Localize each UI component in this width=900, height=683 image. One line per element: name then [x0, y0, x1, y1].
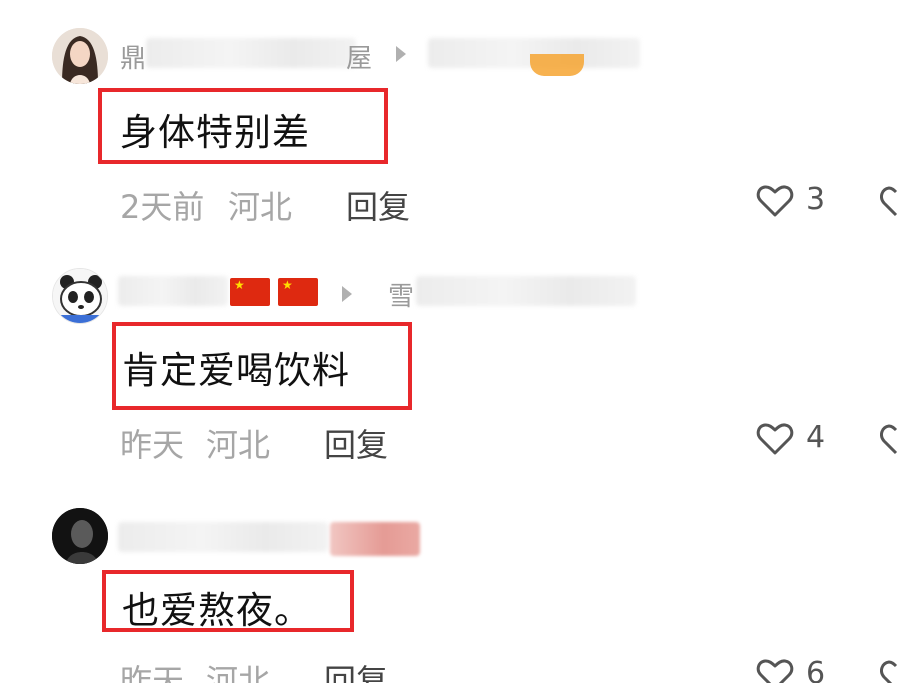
username-redacted [118, 522, 328, 552]
avatar-photo-icon [52, 508, 108, 564]
username-row[interactable]: 鼎 屋 [118, 32, 658, 76]
comment-item: 鼎 屋 身体特别差 2天前 河北 回复 3 [0, 0, 900, 240]
avatar[interactable] [52, 508, 108, 564]
comment-time: 昨天 [120, 426, 185, 464]
dislike-icon[interactable] [880, 422, 900, 456]
heart-outline-icon[interactable] [756, 658, 794, 683]
comment-location: 河北 [206, 662, 271, 683]
reply-button[interactable]: 回复 [324, 656, 388, 683]
avatar[interactable] [52, 268, 108, 324]
china-flag-icon: ★ [230, 278, 270, 306]
comment-time: 昨天 [120, 662, 185, 683]
comment-text: 身体特别差 [120, 111, 310, 154]
reply-arrow-icon [396, 46, 406, 62]
comment-text: 也爱熬夜。 [122, 589, 312, 632]
badge-redacted [330, 522, 420, 556]
like-count: 3 [806, 182, 826, 217]
dislike-icon[interactable] [880, 184, 900, 218]
heart-outline-icon[interactable] [756, 422, 794, 456]
username-redacted [118, 276, 228, 306]
avatar-photo-icon [52, 28, 108, 84]
like-count: 6 [806, 656, 826, 683]
comment-time: 2天前 [120, 188, 205, 226]
reply-target-redacted [416, 276, 636, 306]
comment-location: 河北 [206, 426, 271, 464]
reply-button[interactable]: 回复 [324, 420, 388, 466]
username-row[interactable]: ★ ★ 雪 [118, 270, 658, 312]
like-count: 4 [806, 420, 826, 455]
avatar[interactable] [52, 28, 108, 84]
username-suffix: 屋 [346, 44, 373, 74]
username-row[interactable] [118, 516, 658, 556]
reply-target-prefix: 雪 [388, 282, 415, 312]
heart-outline-icon[interactable] [756, 184, 794, 218]
dislike-icon[interactable] [880, 658, 900, 683]
reply-button[interactable]: 回复 [346, 182, 410, 228]
comment-item: 也爱熬夜。 昨天 河北 回复 6 [0, 480, 900, 683]
comment-item: ★ ★ 雪 肯定爱喝饮料 昨天 河北 回复 4 [0, 240, 900, 480]
comment-list: 鼎 屋 身体特别差 2天前 河北 回复 3 ★ ★ 雪 肯定爱喝饮料 昨天 河北… [0, 0, 900, 683]
china-flag-icon: ★ [278, 278, 318, 306]
emoji-icon [530, 54, 584, 76]
username-redacted [146, 38, 356, 68]
comment-location: 河北 [228, 188, 293, 226]
reply-arrow-icon [342, 286, 352, 302]
comment-text: 肯定爱喝饮料 [122, 349, 350, 392]
username-prefix: 鼎 [120, 44, 147, 74]
panda-avatar-icon [53, 269, 107, 323]
